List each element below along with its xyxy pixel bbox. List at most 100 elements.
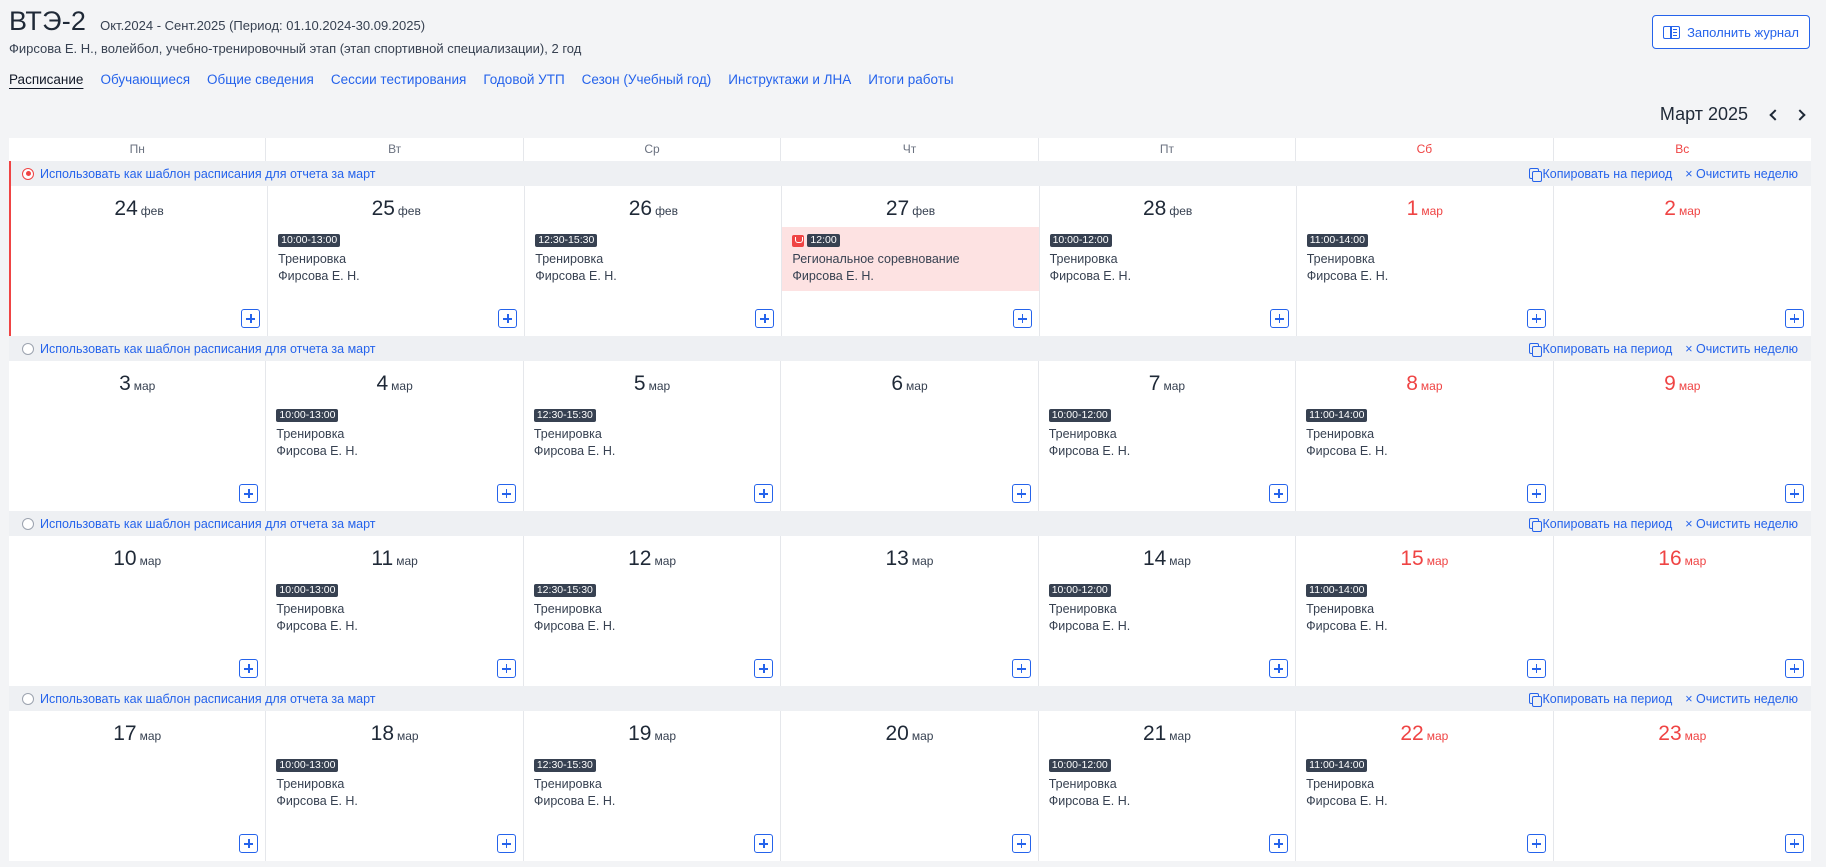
- copy-to-period-button[interactable]: Копировать на период: [1528, 517, 1672, 532]
- add-event-button[interactable]: [1526, 309, 1546, 328]
- event-coach: Фирсова Е. Н.: [1306, 619, 1388, 633]
- day-number: 16: [1658, 547, 1682, 570]
- add-event-button[interactable]: [496, 834, 516, 853]
- add-event-button[interactable]: [1526, 659, 1546, 678]
- event-time-line: 12:30-15:30: [535, 232, 771, 249]
- event-time-line: 11:00-14:00: [1306, 232, 1543, 249]
- training-event[interactable]: 10:00-13:00 Тренировка Фирсова Е. Н.: [266, 577, 522, 641]
- tab-season[interactable]: Сезон (Учебный год): [582, 72, 712, 87]
- time-badge: 12:30-15:30: [533, 584, 596, 598]
- event-coach: Фирсова Е. Н.: [276, 444, 358, 458]
- add-event-button[interactable]: [239, 484, 259, 503]
- event-title: Тренировка: [533, 427, 602, 441]
- use-as-template-option[interactable]: Использовать как шаблон расписания для о…: [22, 342, 376, 356]
- next-month-button[interactable]: [1792, 106, 1810, 124]
- training-event[interactable]: 11:00-14:00 Тренировка Фирсова Е. Н.: [1296, 752, 1552, 816]
- time-badge: 12:30-15:30: [535, 234, 598, 248]
- training-event[interactable]: 11:00-14:00 Тренировка Фирсова Е. Н.: [1296, 402, 1552, 466]
- day-header: 16 мар: [1554, 536, 1811, 577]
- add-event-button[interactable]: [754, 484, 774, 503]
- training-event[interactable]: 12:30-15:30 Тренировка Фирсова Е. Н.: [524, 752, 780, 816]
- template-radio[interactable]: [22, 167, 34, 180]
- time-badge: 10:00-13:00: [276, 759, 339, 773]
- weekday-label: Пт: [1039, 138, 1297, 161]
- copy-to-period-button[interactable]: Копировать на период: [1528, 342, 1672, 357]
- competition-event[interactable]: 12:00 Региональное соревнование Фирсова Е.…: [782, 227, 1039, 291]
- day-cell: 17 мар: [9, 711, 267, 861]
- training-event[interactable]: 12:30-15:30 Тренировка Фирсова Е. Н.: [525, 227, 781, 291]
- template-radio[interactable]: [22, 517, 34, 530]
- add-event-button[interactable]: [1269, 834, 1289, 853]
- page-header: ВТЭ-2 Окт.2024 - Сент.2025 (Период: 01.1…: [9, 6, 1826, 66]
- event-time-line: 10:00-12:00: [1049, 232, 1286, 249]
- add-event-button[interactable]: [241, 309, 261, 328]
- add-event-button[interactable]: [754, 659, 774, 678]
- training-event[interactable]: 10:00-12:00 Тренировка Фирсова Е. Н.: [1040, 227, 1296, 291]
- training-event[interactable]: 10:00-12:00 Тренировка Фирсова Е. Н.: [1039, 402, 1295, 466]
- add-event-button[interactable]: [239, 834, 259, 853]
- training-event[interactable]: 10:00-12:00 Тренировка Фирсова Е. Н.: [1039, 577, 1295, 641]
- add-event-button[interactable]: [754, 834, 774, 853]
- clear-week-button[interactable]: × Очистить неделю: [1685, 167, 1798, 181]
- add-event-button[interactable]: [1011, 484, 1031, 503]
- training-event[interactable]: 11:00-14:00 Тренировка Фирсова Е. Н.: [1296, 577, 1552, 641]
- day-number: 12: [628, 547, 652, 570]
- training-event[interactable]: 12:30-15:30 Тренировка Фирсова Е. Н.: [524, 402, 780, 466]
- add-event-button[interactable]: [1526, 834, 1546, 853]
- add-event-button[interactable]: [1011, 659, 1031, 678]
- add-event-button[interactable]: [1784, 484, 1804, 503]
- time-badge: 11:00-14:00: [1306, 409, 1368, 423]
- day-header: 23 мар: [1554, 711, 1811, 752]
- add-event-button[interactable]: [755, 309, 775, 328]
- training-event[interactable]: 10:00-13:00 Тренировка Фирсова Е. Н.: [266, 752, 522, 816]
- clear-week-button[interactable]: × Очистить неделю: [1685, 517, 1798, 531]
- add-event-button[interactable]: [1784, 309, 1804, 328]
- copy-to-period-button[interactable]: Копировать на период: [1528, 167, 1672, 182]
- training-event[interactable]: 12:30-15:30 Тренировка Фирсова Е. Н.: [524, 577, 780, 641]
- fill-journal-button[interactable]: Заполнить журнал: [1652, 15, 1810, 49]
- add-event-button[interactable]: [1784, 834, 1804, 853]
- event-title: Тренировка: [1306, 427, 1375, 441]
- add-event-button[interactable]: [1012, 309, 1032, 328]
- time-badge: 12:30-15:30: [533, 759, 596, 773]
- template-radio[interactable]: [22, 692, 34, 705]
- tab-annual-plan[interactable]: Годовой УТП: [483, 72, 564, 87]
- copy-to-period-button[interactable]: Копировать на период: [1528, 692, 1672, 707]
- add-event-button[interactable]: [496, 484, 516, 503]
- clear-week-button[interactable]: × Очистить неделю: [1685, 342, 1798, 356]
- tab-general-info[interactable]: Общие сведения: [207, 72, 314, 87]
- use-as-template-option[interactable]: Использовать как шаблон расписания для о…: [22, 692, 376, 706]
- add-event-button[interactable]: [496, 659, 516, 678]
- day-cell: 7 мар 10:00-12:00 Тренировка Фирсова Е. Н.: [1039, 361, 1297, 511]
- day-month: мар: [1684, 729, 1707, 743]
- add-event-button[interactable]: [1011, 834, 1031, 853]
- training-event[interactable]: 11:00-14:00 Тренировка Фирсова Е. Н.: [1297, 227, 1553, 291]
- training-event[interactable]: 10:00-13:00 Тренировка Фирсова Е. Н.: [268, 227, 524, 291]
- add-event-button[interactable]: [1784, 659, 1804, 678]
- tab-instructions[interactable]: Инструктажи и ЛНА: [728, 72, 851, 87]
- tab-schedule[interactable]: Расписание: [9, 72, 83, 87]
- add-event-button[interactable]: [1269, 309, 1289, 328]
- tab-testing-sessions[interactable]: Сессии тестирования: [331, 72, 466, 87]
- tab-results[interactable]: Итоги работы: [868, 72, 953, 87]
- tab-students[interactable]: Обучающиеся: [100, 72, 190, 87]
- day-month: фев: [397, 204, 421, 218]
- add-event-button[interactable]: [1526, 484, 1546, 503]
- day-header: 18 мар: [266, 711, 522, 752]
- training-event[interactable]: 10:00-12:00 Тренировка Фирсова Е. Н.: [1039, 752, 1295, 816]
- training-event[interactable]: 10:00-13:00 Тренировка Фирсова Е. Н.: [266, 402, 522, 466]
- event-coach: Фирсова Е. Н.: [533, 444, 616, 458]
- add-event-button[interactable]: [1269, 484, 1289, 503]
- week-actions: Копировать на период × Очистить неделю: [1528, 167, 1798, 182]
- use-as-template-option[interactable]: Использовать как шаблон расписания для о…: [22, 517, 376, 531]
- add-event-button[interactable]: [239, 659, 259, 678]
- use-as-template-option[interactable]: Использовать как шаблон расписания для о…: [22, 167, 376, 181]
- prev-month-button[interactable]: [1764, 106, 1782, 124]
- template-radio[interactable]: [22, 342, 34, 355]
- clear-week-button[interactable]: × Очистить неделю: [1685, 692, 1798, 706]
- add-event-button[interactable]: [498, 309, 518, 328]
- day-number: 10: [113, 547, 137, 570]
- add-event-button[interactable]: [1269, 659, 1289, 678]
- day-number: 28: [1142, 197, 1167, 220]
- event-title: Региональное соревнование: [792, 252, 960, 266]
